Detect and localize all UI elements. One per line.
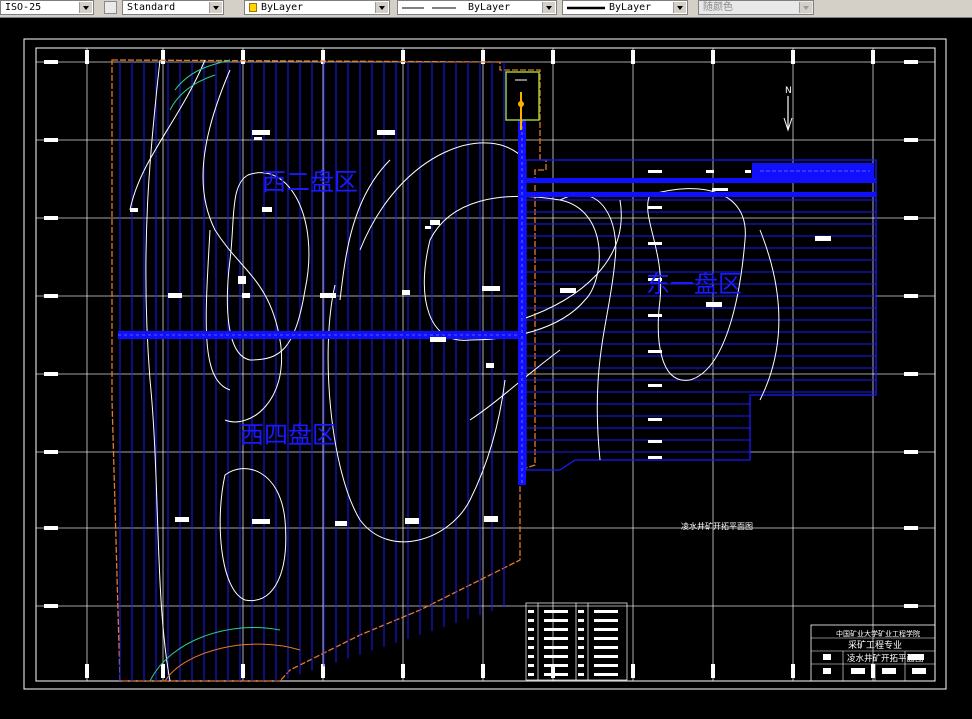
north-label: N [785, 86, 792, 96]
linetype-value: ByLayer [468, 2, 511, 13]
chevron-down-icon[interactable] [542, 2, 555, 13]
lineweight-dropdown[interactable]: ByLayer [562, 0, 688, 15]
title-block-school: 中国矿业大学矿业工程学院 [836, 629, 920, 638]
drawing-caption: 凌水井矿开拓平面图 [681, 521, 753, 531]
text-style-dropdown[interactable]: Standard [122, 0, 224, 15]
lineweight-value: ByLayer [609, 2, 652, 13]
lineweight-preview-icon [567, 6, 605, 10]
color-swatch-icon [249, 3, 257, 12]
chevron-down-icon[interactable] [673, 2, 686, 13]
linetype-preview-icon [402, 7, 456, 9]
text-style-icon[interactable] [104, 1, 117, 14]
title-block-major: 采矿工程专业 [848, 639, 902, 651]
text-style-value: Standard [127, 2, 176, 13]
linetype-dropdown[interactable]: ByLayer [397, 0, 557, 15]
area-label-west2: 西二盘区 [262, 168, 358, 196]
dimension-style-value: ISO-25 [5, 2, 42, 13]
dimension-style-dropdown[interactable]: ISO-25 [0, 0, 94, 15]
area-label-west4: 西四盘区 [240, 421, 336, 449]
color-control-value: ByLayer [261, 2, 304, 13]
chevron-down-icon[interactable] [375, 2, 388, 13]
chevron-down-icon[interactable] [209, 2, 222, 13]
properties-toolbar: ISO-25 Standard ByLayer ByLayer ByLayer … [0, 0, 972, 18]
color-control-dropdown[interactable]: ByLayer [244, 0, 390, 15]
drawing-canvas[interactable]: N 西二盘区 东一盘区 西四盘区 凌水井矿开拓平面图 中国矿业大学矿业工程学院 … [0, 18, 972, 715]
drawing-svg: N 西二盘区 东一盘区 西四盘区 凌水井矿开拓平面图 中国矿业大学矿业工程学院 … [0, 18, 972, 715]
chevron-down-icon[interactable] [799, 2, 812, 13]
area-label-east1: 东一盘区 [646, 270, 742, 298]
plot-style-value: 随颜色 [703, 2, 733, 13]
chevron-down-icon[interactable] [79, 2, 92, 13]
plot-style-dropdown[interactable]: 随颜色 [698, 0, 814, 15]
